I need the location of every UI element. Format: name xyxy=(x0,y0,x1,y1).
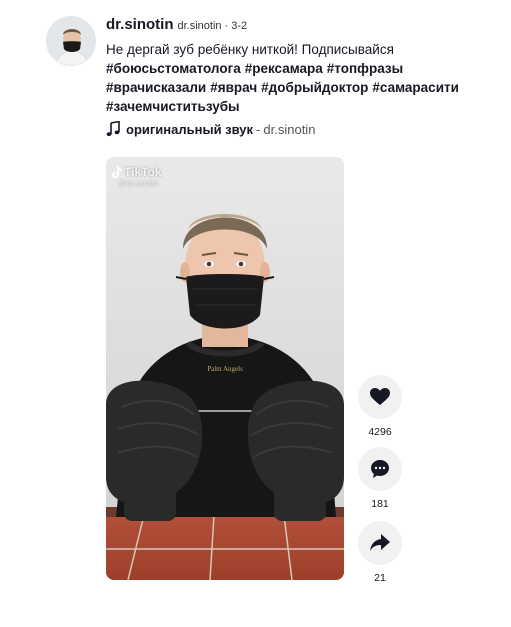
like-action: 4296 xyxy=(357,375,403,439)
sound-title: оригинальный звук xyxy=(126,121,254,137)
svg-text:Palm Angels: Palm Angels xyxy=(207,365,243,373)
hashtag-list: #боюсьстоматолога #рексамара #топфразы #вр… xyxy=(106,59,501,116)
caption-text: Не дергай зуб ребёнку ниткой! Подписывай… xyxy=(106,42,394,57)
hashtag[interactable]: #рексамара xyxy=(245,61,323,76)
tiktok-post: dr.sinotin dr.sinotin · 3-2 Не дергай зу… xyxy=(0,0,511,627)
sound-link[interactable]: оригинальный звук - dr.sinotin xyxy=(106,121,501,137)
hashtag[interactable]: #врачисказали xyxy=(106,80,206,95)
author-handle[interactable]: dr.sinotin xyxy=(178,20,222,32)
hashtag[interactable]: #самарасити xyxy=(372,80,458,95)
comment-button[interactable] xyxy=(358,447,402,491)
like-count: 4296 xyxy=(368,426,392,438)
tiktok-logo-text: TikTok xyxy=(124,165,162,179)
share-count: 21 xyxy=(374,572,386,584)
heart-icon xyxy=(370,388,390,405)
author-line: dr.sinotin dr.sinotin · 3-2 xyxy=(106,16,501,36)
date-separator: · xyxy=(224,20,229,32)
sound-separator: - xyxy=(256,121,261,137)
share-action: 21 xyxy=(357,521,403,585)
caption: Не дергай зуб ребёнку ниткой! Подписывай… xyxy=(106,40,501,116)
author-name[interactable]: dr.sinotin xyxy=(106,16,174,33)
avatar[interactable] xyxy=(46,16,96,66)
like-button[interactable] xyxy=(358,375,402,419)
comment-icon xyxy=(371,460,389,478)
tiktok-watermark: TikTok @dr.sinotin xyxy=(112,165,162,188)
post-date: 3-2 xyxy=(231,20,248,32)
video-player[interactable]: Palm Angels TikTok @dr.sinotin xyxy=(106,157,344,580)
action-bar: 4296 181 21 xyxy=(357,375,403,595)
post-header: dr.sinotin dr.sinotin · 3-2 Не дергай зу… xyxy=(106,16,501,137)
hashtag[interactable]: #топфразы xyxy=(327,61,403,76)
comment-action: 181 xyxy=(357,447,403,511)
share-icon xyxy=(370,534,390,551)
music-note-icon xyxy=(106,121,120,137)
tiktok-logo-icon xyxy=(112,166,122,178)
hashtag[interactable]: #зачемчиститьзубы xyxy=(106,99,240,114)
avatar-image xyxy=(47,17,95,65)
video-frame: Palm Angels xyxy=(106,157,344,580)
share-button[interactable] xyxy=(358,521,402,565)
hashtag[interactable]: #яврач xyxy=(210,80,257,95)
watermark-handle: @dr.sinotin xyxy=(118,179,159,188)
hashtag[interactable]: #добрыйдоктор xyxy=(261,80,368,95)
comment-count: 181 xyxy=(371,498,389,510)
hashtag[interactable]: #боюсьстоматолога xyxy=(106,61,241,76)
sound-author: dr.sinotin xyxy=(263,121,316,137)
